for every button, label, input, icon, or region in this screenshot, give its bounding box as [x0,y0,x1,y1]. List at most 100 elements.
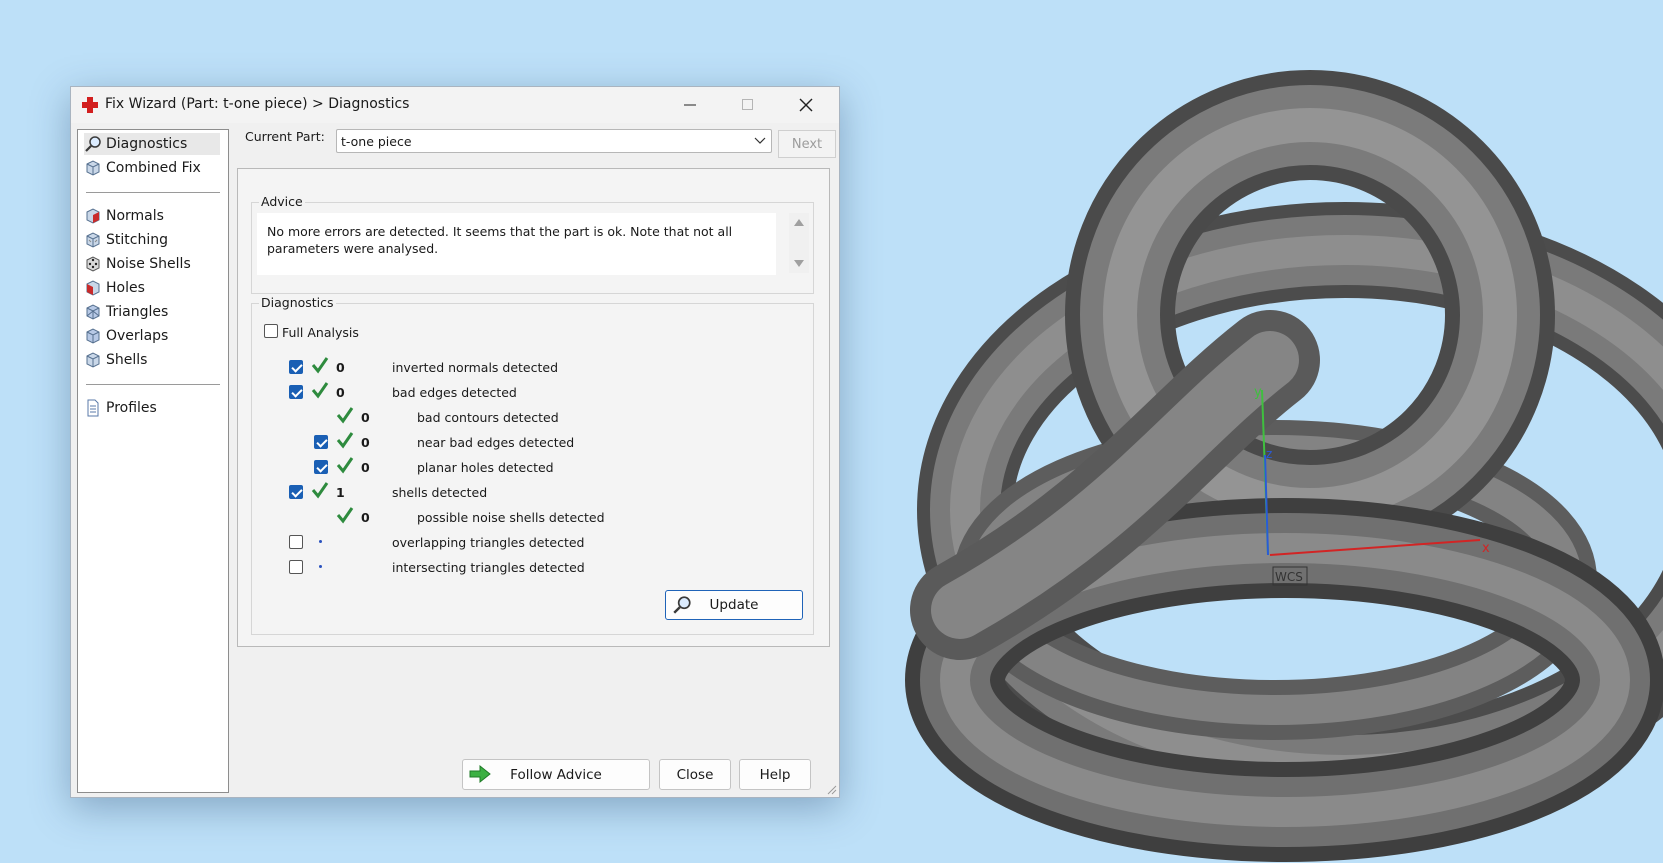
diag-label: intersecting triangles detected [392,560,585,575]
diag-checkbox-near-bad-edges[interactable] [314,435,328,449]
maximize-button[interactable] [725,87,771,123]
diag-checkbox-inverted-normals[interactable] [289,360,303,374]
diag-label: bad contours detected [417,410,559,425]
current-part-select[interactable]: t-one piece [336,129,772,153]
check-mark-icon [311,382,329,399]
update-button[interactable]: Update [665,590,803,620]
nav-label: Noise Shells [106,256,191,272]
triangles-cube-icon [86,304,100,320]
close-button[interactable]: Close [659,759,731,790]
ring-model [905,70,1663,862]
fix-wizard-dialog: Fix Wizard (Part: t-one piece) > Diagnos… [70,86,840,798]
close-icon [799,98,813,112]
check-mark-icon [336,507,354,524]
diag-checkbox-shells[interactable] [289,485,303,499]
diag-count: 0 [361,460,370,475]
nav-label: Diagnostics [106,136,188,152]
diag-count: 0 [361,510,370,525]
diag-label: possible noise shells detected [417,510,605,525]
nav-label: Normals [106,208,164,224]
red-cross-icon [82,97,98,113]
diag-checkbox-planar-holes[interactable] [314,460,328,474]
diag-label: near bad edges detected [417,435,575,450]
nav-separator [86,192,220,193]
axis-y-label: y [1254,385,1262,400]
window-title: Fix Wizard (Part: t-one piece) > Diagnos… [105,96,410,112]
nav-item-diagnostics[interactable]: Diagnostics [84,133,220,155]
document-icon [87,399,99,417]
diagnostics-title: Diagnostics [259,295,336,310]
maximize-icon [742,99,753,110]
minimize-button[interactable] [667,87,713,123]
nav-item-holes[interactable]: Holes [84,277,220,299]
check-mark-icon [336,407,354,424]
diag-count: 0 [361,435,370,450]
update-label: Update [709,597,759,613]
pending-dot-icon [319,565,322,568]
minimize-icon [684,104,696,106]
resize-grip-icon[interactable] [825,783,837,795]
help-button[interactable]: Help [739,759,811,790]
green-arrow-icon [469,764,491,784]
advice-group: Advice No more errors are detected. It s… [251,194,814,294]
normals-cube-icon [86,208,100,224]
advice-text: No more errors are detected. It seems th… [267,224,733,256]
axis-x-label: x [1482,541,1490,556]
dice-icon [86,256,100,272]
diag-label: bad edges detected [392,385,517,400]
current-part-value: t-one piece [341,134,412,149]
nav-label: Combined Fix [106,160,201,176]
nav-label: Triangles [106,304,169,320]
current-part-label: Current Part: [245,129,325,144]
diag-checkbox-intersecting-triangles[interactable] [289,560,303,574]
follow-advice-label: Follow Advice [510,766,602,783]
nav-label: Profiles [106,400,157,416]
title-bar[interactable]: Fix Wizard (Part: t-one piece) > Diagnos… [71,87,839,123]
diag-count: 0 [336,385,345,400]
check-mark-icon [336,457,354,474]
diag-label: shells detected [392,485,488,500]
diag-checkbox-overlapping-triangles[interactable] [289,535,303,549]
close-window-button[interactable] [783,87,829,123]
magnifier-icon [673,596,691,614]
advice-title: Advice [259,194,305,209]
diag-checkbox-bad-edges[interactable] [289,385,303,399]
follow-advice-button[interactable]: Follow Advice [462,759,650,790]
stitching-cube-icon [86,232,100,248]
wizard-nav-panel: Diagnostics Combined Fix Normals Stitchi… [77,129,229,793]
cube-icon [86,160,100,176]
pending-dot-icon [319,540,322,543]
advice-textbox[interactable]: No more errors are detected. It seems th… [257,213,776,275]
nav-label: Shells [106,352,148,368]
help-label: Help [759,766,791,783]
nav-item-triangles[interactable]: Triangles [84,301,220,323]
scroll-up-icon[interactable] [794,219,804,226]
check-mark-icon [311,482,329,499]
diagnostics-panel: Advice No more errors are detected. It s… [237,168,830,647]
nav-item-shells[interactable]: Shells [84,349,220,371]
nav-label: Stitching [106,232,168,248]
diag-count: 1 [336,485,345,500]
nav-item-normals[interactable]: Normals [84,205,220,227]
nav-item-combined-fix[interactable]: Combined Fix [84,157,220,179]
check-mark-icon [311,357,329,374]
scroll-down-icon[interactable] [794,260,804,267]
full-analysis-checkbox[interactable] [264,324,278,338]
nav-item-noise-shells[interactable]: Noise Shells [84,253,220,275]
magnifier-icon [85,136,101,152]
axis-z-label: z [1266,447,1272,461]
nav-item-overlaps[interactable]: Overlaps [84,325,220,347]
close-label: Close [676,766,714,783]
wcs-label: WCS [1275,570,1303,584]
diag-label: overlapping triangles detected [392,535,585,550]
advice-scrollbar[interactable] [789,213,809,273]
overlaps-cube-icon [86,328,100,344]
chevron-down-icon [754,137,766,144]
nav-label: Holes [106,280,145,296]
nav-item-profiles[interactable]: Profiles [84,397,220,419]
nav-item-stitching[interactable]: Stitching [84,229,220,251]
check-mark-icon [336,432,354,449]
diag-label: inverted normals detected [392,360,559,375]
next-button[interactable]: Next [778,130,836,158]
full-analysis-label: Full Analysis [282,325,359,340]
